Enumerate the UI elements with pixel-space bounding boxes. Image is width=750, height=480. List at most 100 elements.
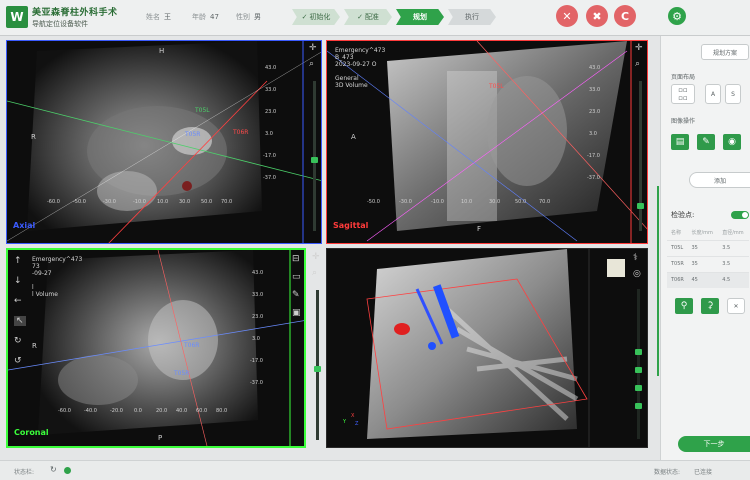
delete-screw-button[interactable]: ✕ xyxy=(727,298,745,314)
screenshot-icon[interactable]: ▭ xyxy=(292,272,301,282)
status-label: 状态栏: xyxy=(14,469,35,476)
robot-arm-button[interactable]: ✖ xyxy=(586,5,608,27)
tick-label: -50.0 xyxy=(73,199,86,205)
layout-grid-button[interactable]: ▫▫ ▫▫ xyxy=(671,84,695,104)
tick-label: 10.0 xyxy=(157,199,169,205)
status-indicator xyxy=(64,467,71,474)
scale-label: 33.0 xyxy=(252,292,264,298)
scale-label: -17.0 xyxy=(263,153,276,159)
arrow-left-icon[interactable]: ← xyxy=(14,296,22,306)
reset-view-icon[interactable]: ◎ xyxy=(633,269,641,279)
slice-slider-handle[interactable] xyxy=(311,157,318,163)
pointer-icon[interactable]: ↖ xyxy=(14,316,26,326)
scale-label: -17.0 xyxy=(250,358,263,364)
workflow-steps: ✓ 初始化 ✓ 配准 规划 执行 xyxy=(292,9,500,25)
viewport-coronal[interactable]: Emergency^473 73 -09-27 l l Volume ↑ ↓ ←… xyxy=(6,248,306,448)
slice-slider-handle[interactable] xyxy=(314,366,321,372)
checkpoints-toggle[interactable] xyxy=(731,211,749,219)
opacity-slider-handle[interactable] xyxy=(635,367,642,373)
tick-label: 60.0 xyxy=(196,408,208,414)
step-execute[interactable]: 执行 xyxy=(448,9,496,25)
table-header: 长度/mm xyxy=(691,230,713,237)
arrow-up-icon[interactable]: ↑ xyxy=(14,256,22,266)
table-row[interactable]: T06R 45 4.5 xyxy=(667,271,749,288)
edit-icon[interactable]: ✎ xyxy=(292,290,300,300)
viewport-axial[interactable]: H R T05L T05R T06R 43.0 33.0 23.0 3.0 -1… xyxy=(6,40,322,244)
tools-button[interactable]: ✕ xyxy=(556,5,578,27)
measure-button[interactable]: ✎ xyxy=(697,134,715,150)
zoom-icon[interactable]: ⌕ xyxy=(635,59,640,69)
step-plan[interactable]: 规划 xyxy=(396,9,444,25)
patient-name: 姓名王 xyxy=(146,13,171,21)
series-type: 3D Volume xyxy=(335,82,368,89)
slice-slider-handle[interactable] xyxy=(637,203,644,209)
orient-left: A xyxy=(351,133,356,141)
tick-label: 50.0 xyxy=(515,199,527,205)
tick-label: -60.0 xyxy=(47,199,60,205)
next-step-button[interactable]: 下一步 xyxy=(678,436,750,452)
tick-label: 70.0 xyxy=(221,199,233,205)
header-bar: W 美亚森脊柱外科手术 导航定位设备软件 姓名王 年龄 47 性别男 ✓ 初始化 ✓… xyxy=(0,0,750,36)
screw-label: T05L xyxy=(195,107,210,114)
zoom-icon[interactable]: ⌕ xyxy=(312,268,317,278)
right-panel: 规划方案 页面布局 ▫▫ ▫▫ A S 图像操作 ▤ ✎ ◉ 添加 检验点: 名称… xyxy=(657,36,750,460)
crosshair-icon[interactable]: ✛ xyxy=(635,43,643,53)
viewport-sagittal[interactable]: Emergency^473 B_473 2023-09-27 O General… xyxy=(326,40,648,244)
connection-label: 数据状态: xyxy=(654,469,681,476)
screw-label: T06R xyxy=(233,129,249,136)
viewport-3d[interactable]: X Y Z ⚕ ◎ xyxy=(326,248,648,448)
opacity-slider-handle[interactable] xyxy=(635,349,642,355)
opacity-slider-handle[interactable] xyxy=(635,385,642,391)
magic-wand-icon[interactable]: ⚕ xyxy=(633,253,638,263)
scale-label: -37.0 xyxy=(250,380,263,386)
tracker-icon: ⚙ xyxy=(672,9,682,23)
screw-icon: ⚲ xyxy=(680,301,688,311)
tick-label: -30.0 xyxy=(399,199,412,205)
refresh-icon[interactable]: ↻ xyxy=(50,465,57,474)
table-row[interactable]: T05L 35 3.5 xyxy=(667,239,749,256)
scale-label: 3.0 xyxy=(252,336,260,342)
scale-label: 33.0 xyxy=(265,87,277,93)
slice-slider[interactable] xyxy=(313,81,316,231)
axial-image xyxy=(7,41,321,243)
window-level-button[interactable]: ▤ xyxy=(671,134,689,150)
add-screw-button[interactable]: 添加 xyxy=(689,172,750,188)
layout-sagittal-button[interactable]: S xyxy=(725,84,741,104)
step-initialize[interactable]: ✓ 初始化 xyxy=(292,9,340,25)
camera-button[interactable]: C xyxy=(614,5,636,27)
undo-icon[interactable]: ↺ xyxy=(14,356,22,366)
toolbox-icon[interactable]: ▣ xyxy=(292,308,301,318)
app-screen: W 美亚森脊柱外科手术 导航定位设备软件 姓名王 年龄 47 性别男 ✓ 初始化 ✓… xyxy=(0,0,750,480)
slice-slider[interactable] xyxy=(316,290,319,440)
tick-label: 20.0 xyxy=(156,408,168,414)
table-row[interactable]: T05R 35 3.5 xyxy=(667,255,749,272)
crosshair-icon[interactable]: ✛ xyxy=(309,43,317,53)
plan-scheme-button[interactable]: 规划方案 xyxy=(701,44,749,60)
panel-divider xyxy=(657,186,659,376)
arrow-down-icon[interactable]: ↓ xyxy=(14,276,22,286)
step-register[interactable]: ✓ 配准 xyxy=(344,9,392,25)
orient-bottom: F xyxy=(477,225,482,233)
grid-layout-icon: ▫▫ ▫▫ xyxy=(678,86,688,102)
opacity-slider[interactable] xyxy=(637,289,640,439)
camera-icon: C xyxy=(620,9,630,23)
screw-adjust-button[interactable]: ⚳ xyxy=(701,298,719,314)
mirror-icon[interactable]: ⊟ xyxy=(292,254,300,264)
window-level-icon: ▤ xyxy=(675,137,685,147)
app-title: 美亚森脊柱外科手术 xyxy=(32,8,118,18)
screw-tool-button[interactable]: ⚲ xyxy=(675,298,693,314)
scale-label: 23.0 xyxy=(265,109,277,115)
compass-button[interactable]: ◉ xyxy=(723,134,741,150)
screw-table: 名称 长度/mm 直径/mm T05L 35 3.5 T05R 35 3.5 T… xyxy=(667,226,749,288)
layout-axial-button[interactable]: A xyxy=(705,84,721,104)
rotate-icon[interactable]: ↻ xyxy=(14,336,22,346)
tick-label: 10.0 xyxy=(461,199,473,205)
tracker-button[interactable]: ⚙ xyxy=(668,7,686,25)
orient-bottom: P xyxy=(158,434,163,442)
tick-label: 70.0 xyxy=(539,199,551,205)
zoom-icon[interactable]: ⌕ xyxy=(309,59,314,69)
opacity-slider-handle[interactable] xyxy=(635,403,642,409)
crosshair-icon[interactable]: ✛ xyxy=(312,252,320,262)
check-icon: ✓ xyxy=(357,13,363,21)
volume-render xyxy=(366,249,625,447)
